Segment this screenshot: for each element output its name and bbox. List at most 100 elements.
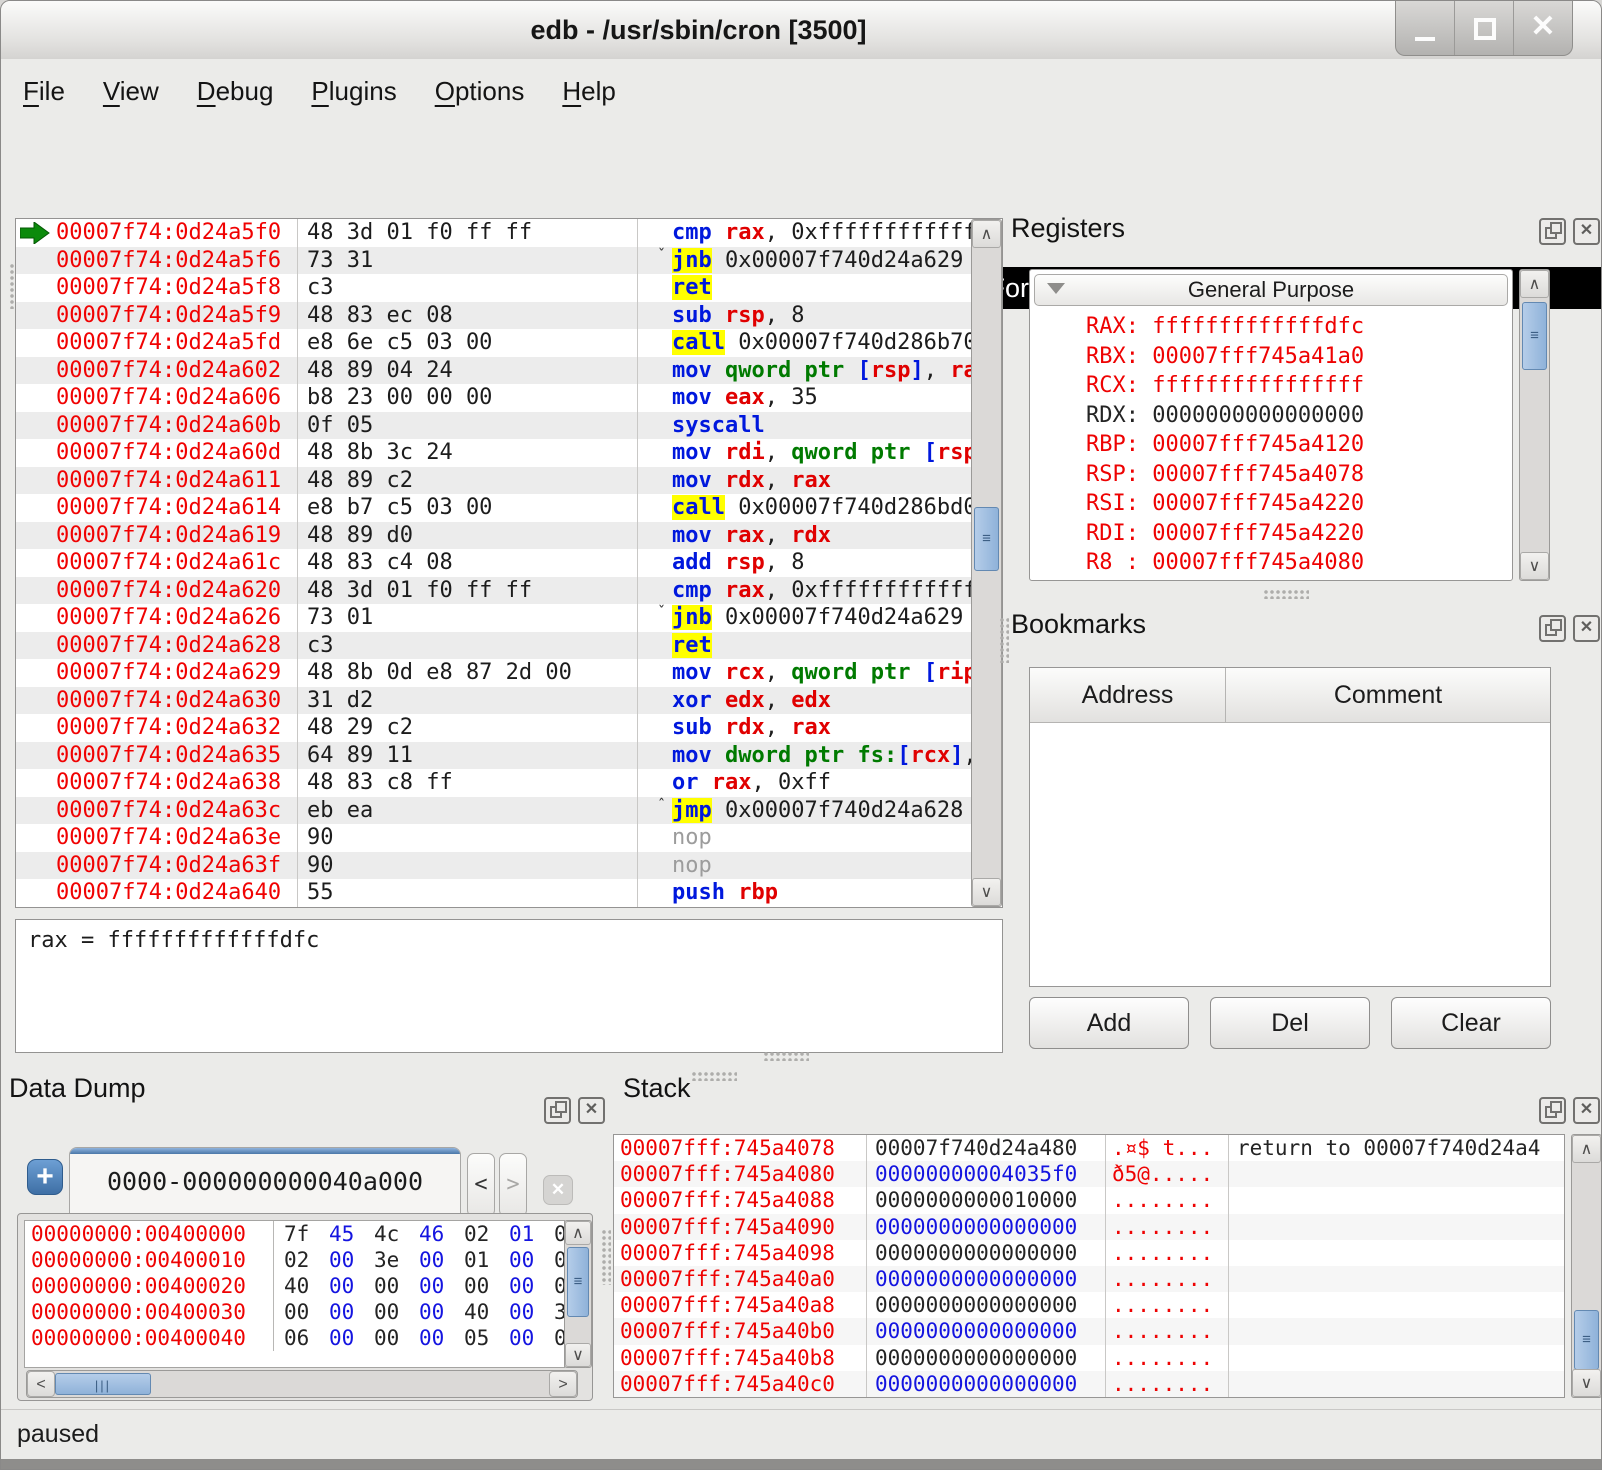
data-dump-close-button[interactable]: ✕ xyxy=(578,1097,605,1124)
stack-scrollbar[interactable]: ∧ ≡ ∨ xyxy=(1571,1134,1602,1398)
menu-view[interactable]: View xyxy=(87,59,175,125)
disassembly-scrollbar[interactable]: ∧ ≡ ∨ xyxy=(971,219,1002,907)
stack-row[interactable]: 00007fff:745a40b80000000000000000.......… xyxy=(614,1345,1564,1371)
disasm-row[interactable]: 00007f74:0d24a5f048 3d 01 f0 ff ffcmp ra… xyxy=(16,219,971,247)
maximize-button[interactable] xyxy=(1454,1,1513,55)
stack-row[interactable]: 00007fff:745a40980000000000000000.......… xyxy=(614,1240,1564,1266)
disasm-row[interactable]: 00007f74:0d24a64055push rbp xyxy=(16,879,971,907)
tab-scroll-left-button[interactable]: < xyxy=(467,1153,495,1217)
disasm-row[interactable]: 00007f74:0d24a5f948 83 ec 08sub rsp, 8 xyxy=(16,302,971,330)
hex-view[interactable]: 00000000:004000007f454c46020101 00000000:… xyxy=(24,1220,565,1368)
stack-close-button[interactable]: ✕ xyxy=(1573,1097,1600,1124)
menu-plugins[interactable]: Plugins xyxy=(295,59,412,125)
dump-row[interactable]: 00000000:004000007f454c46020101 xyxy=(25,1221,564,1247)
bookmarks-column-address[interactable]: Address xyxy=(1030,668,1226,722)
scroll-left-arrow-icon[interactable]: < xyxy=(27,1371,55,1397)
disasm-row[interactable]: 00007f74:0d24a63ceb eaˆjmp 0x00007f740d2… xyxy=(16,797,971,825)
tab-scroll-right-button[interactable]: > xyxy=(499,1153,527,1217)
register-row[interactable]: RCX: ffffffffffffffff xyxy=(1032,371,1510,401)
splitter-handle[interactable] xyxy=(763,1051,809,1061)
disasm-row[interactable]: 00007f74:0d24a62948 8b 0d e8 87 2d 00mov… xyxy=(16,659,971,687)
disasm-row[interactable]: 00007f74:0d24a63564 89 11mov dword ptr f… xyxy=(16,742,971,770)
stack-view[interactable]: 00007fff:745a407800007f740d24a480.¤$ t..… xyxy=(613,1134,1565,1398)
scroll-up-arrow-icon[interactable]: ∧ xyxy=(972,220,1001,248)
bookmarks-add-button[interactable]: Add xyxy=(1029,997,1189,1049)
disasm-row[interactable]: 00007f74:0d24a61c48 83 c4 08add rsp, 8 xyxy=(16,549,971,577)
disasm-row[interactable]: 00007f74:0d24a63848 83 c8 ffor rax, 0xff xyxy=(16,769,971,797)
bookmarks-table[interactable]: Address Comment xyxy=(1029,667,1551,987)
disasm-row[interactable]: 00007f74:0d24a63f90nop xyxy=(16,852,971,880)
add-dump-tab-button[interactable]: + xyxy=(27,1159,63,1195)
menu-options[interactable]: Options xyxy=(419,59,541,125)
minimize-button[interactable] xyxy=(1396,1,1454,55)
stack-row[interactable]: 00007fff:745a40c00000000000000000.......… xyxy=(614,1371,1564,1397)
scroll-up-arrow-icon[interactable]: ∧ xyxy=(565,1221,591,1245)
dump-horizontal-scrollbar[interactable]: < ||| > xyxy=(26,1370,578,1398)
disasm-row[interactable]: 00007f74:0d24a614e8 b7 c5 03 00call 0x00… xyxy=(16,494,971,522)
splitter-handle[interactable] xyxy=(999,617,1009,663)
bookmarks-float-button[interactable] xyxy=(1539,615,1566,642)
disasm-row[interactable]: 00007f74:0d24a60248 89 04 24mov qword pt… xyxy=(16,357,971,385)
scroll-up-arrow-icon[interactable]: ∧ xyxy=(1520,270,1549,298)
scroll-down-arrow-icon[interactable]: ∨ xyxy=(1520,552,1549,580)
disasm-row[interactable]: 00007f74:0d24a5f673 31ˇjnb 0x00007f740d2… xyxy=(16,247,971,275)
scroll-down-arrow-icon[interactable]: ∨ xyxy=(972,878,1001,906)
register-row[interactable]: RSI: 00007fff745a4220 xyxy=(1032,489,1510,519)
disasm-row[interactable]: 00007f74:0d24a606b8 23 00 00 00mov eax, … xyxy=(16,384,971,412)
scroll-down-arrow-icon[interactable]: ∨ xyxy=(565,1343,591,1367)
disasm-row[interactable]: 00007f74:0d24a5f8c3ret xyxy=(16,274,971,302)
stack-row[interactable]: 00007fff:745a40b00000000000000000.......… xyxy=(614,1318,1564,1344)
register-row[interactable]: RSP: 00007fff745a4078 xyxy=(1032,460,1510,490)
register-row[interactable]: RDI: 00007fff745a4220 xyxy=(1032,519,1510,549)
registers-close-button[interactable]: ✕ xyxy=(1573,218,1600,245)
register-row[interactable]: RBP: 00007fff745a4120 xyxy=(1032,430,1510,460)
dump-vertical-scrollbar[interactable]: ∧ ≡ ∨ xyxy=(564,1220,592,1368)
scrollbar-thumb[interactable]: ≡ xyxy=(567,1247,589,1317)
disasm-row[interactable]: 00007f74:0d24a60d48 8b 3c 24mov rdi, qwo… xyxy=(16,439,971,467)
stack-row[interactable]: 00007fff:745a40a00000000000000000.......… xyxy=(614,1266,1564,1292)
stack-row[interactable]: 00007fff:745a40900000000000000000.......… xyxy=(614,1214,1564,1240)
splitter-handle[interactable] xyxy=(691,1071,737,1081)
disasm-row[interactable]: 00007f74:0d24a63e90nop xyxy=(16,824,971,852)
disasm-row[interactable]: 00007f74:0d24a61948 89 d0mov rax, rdx xyxy=(16,522,971,550)
disasm-row[interactable]: 00007f74:0d24a62048 3d 01 f0 ff ffcmp ra… xyxy=(16,577,971,605)
menu-debug[interactable]: Debug xyxy=(181,59,290,125)
registers-scrollbar[interactable]: ∧ ≡ ∨ xyxy=(1519,269,1550,581)
scrollbar-thumb[interactable]: ||| xyxy=(55,1373,151,1395)
bookmarks-clear-button[interactable]: Clear xyxy=(1391,997,1551,1049)
data-dump-float-button[interactable] xyxy=(544,1097,571,1124)
disasm-row[interactable]: 00007f74:0d24a60b0f 05syscall xyxy=(16,412,971,440)
dump-region-tab[interactable]: 0000-000000000040a000 xyxy=(69,1147,461,1213)
disasm-row[interactable]: 00007f74:0d24a61148 89 c2mov rdx, rax xyxy=(16,467,971,495)
close-dump-tab-button[interactable]: ✕ xyxy=(543,1175,573,1205)
stack-row[interactable]: 00007fff:745a407800007f740d24a480.¤$ t..… xyxy=(614,1135,1564,1161)
expression-box[interactable]: rax = fffffffffffffdfc xyxy=(15,919,1003,1053)
bookmarks-del-button[interactable]: Del xyxy=(1210,997,1370,1049)
splitter-handle[interactable] xyxy=(601,1229,611,1285)
disasm-row[interactable]: 00007f74:0d24a62673 01ˇjnb 0x00007f740d2… xyxy=(16,604,971,632)
dump-row[interactable]: 00000000:0040002040000000000000 xyxy=(25,1273,564,1299)
scrollbar-thumb[interactable]: ≡ xyxy=(974,507,999,571)
register-row[interactable]: RAX: fffffffffffffdfc xyxy=(1032,312,1510,342)
titlebar[interactable]: edb - /usr/sbin/cron [3500] xyxy=(1,1,1602,60)
disassembly-view[interactable]: 00007f74:0d24a5f048 3d 01 f0 ff ffcmp ra… xyxy=(15,218,1003,908)
menu-file[interactable]: File xyxy=(7,59,81,125)
stack-row[interactable]: 00007fff:745a40880000000000010000.......… xyxy=(614,1187,1564,1213)
dump-row[interactable]: 00000000:0040004006000000050000 xyxy=(25,1325,564,1351)
bookmarks-close-button[interactable]: ✕ xyxy=(1573,615,1600,642)
disasm-row[interactable]: 00007f74:0d24a63031 d2xor edx, edx xyxy=(16,687,971,715)
scroll-up-arrow-icon[interactable]: ∧ xyxy=(1572,1135,1601,1163)
dump-row[interactable]: 00000000:0040003000000000400038 xyxy=(25,1299,564,1325)
register-row[interactable]: R8 : 00007fff745a4080 xyxy=(1032,548,1510,578)
disasm-row[interactable]: 00007f74:0d24a628c3ret xyxy=(16,632,971,660)
scroll-right-arrow-icon[interactable]: > xyxy=(549,1371,577,1397)
scroll-down-arrow-icon[interactable]: ∨ xyxy=(1572,1369,1601,1397)
registers-float-button[interactable] xyxy=(1539,218,1566,245)
stack-float-button[interactable] xyxy=(1539,1097,1566,1124)
bookmarks-column-comment[interactable]: Comment xyxy=(1226,668,1550,722)
stack-row[interactable]: 00007fff:745a40a80000000000000000.......… xyxy=(614,1292,1564,1318)
splitter-handle[interactable] xyxy=(1263,589,1309,599)
scrollbar-thumb[interactable]: ≡ xyxy=(1522,302,1547,370)
disasm-row[interactable]: 00007f74:0d24a63248 29 c2sub rdx, rax xyxy=(16,714,971,742)
menu-help[interactable]: Help xyxy=(546,59,631,125)
